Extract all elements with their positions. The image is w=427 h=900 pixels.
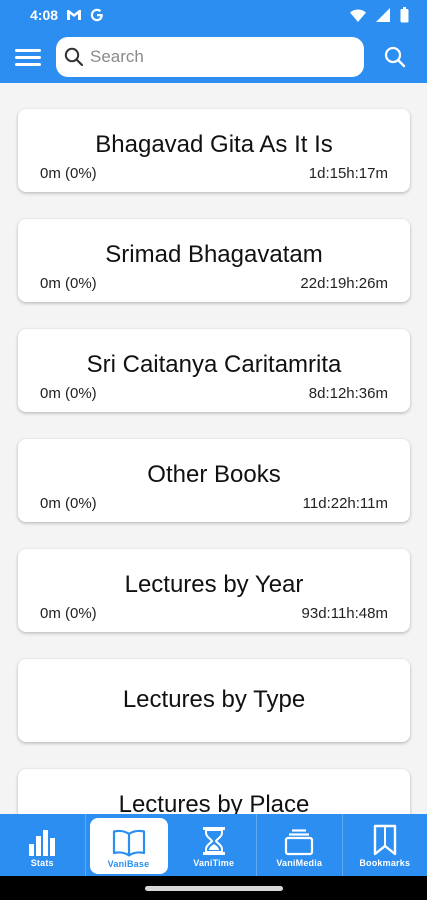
card-caitanya-caritamrita[interactable]: Sri Caitanya Caritamrita 0m (0%) 8d:12h:…: [18, 329, 410, 412]
battery-icon: [400, 7, 409, 23]
card-progress: 0m (0%): [40, 495, 97, 512]
card-duration: 1d:15h:17m: [308, 165, 388, 182]
search-button[interactable]: [364, 30, 426, 83]
nav-vanimedia-label: VaniMedia: [276, 858, 323, 868]
google-icon: [90, 8, 103, 22]
card-title: Lectures by Type: [122, 686, 306, 713]
card-bhagavad-gita[interactable]: Bhagavad Gita As It Is 0m (0%) 1d:15h:17…: [18, 109, 410, 192]
search-box[interactable]: [56, 36, 364, 77]
status-time: 4:08: [30, 7, 59, 23]
card-duration: 8d:12h:36m: [308, 385, 388, 402]
card-progress: 0m (0%): [40, 605, 97, 622]
bar-chart-icon: [29, 830, 56, 856]
card-title: Other Books: [147, 461, 281, 488]
media-stack-icon: [285, 829, 314, 856]
card-duration: 11d:22h:11m: [302, 495, 388, 512]
card-progress: 0m (0%): [40, 385, 97, 402]
nav-vanibase-label: VaniBase: [107, 859, 150, 869]
gmail-icon: [67, 10, 82, 20]
nav-stats[interactable]: Stats: [0, 814, 86, 876]
card-title: Bhagavad Gita As It Is: [95, 131, 333, 158]
card-lectures-by-year[interactable]: Lectures by Year 0m (0%) 93d:11h:48m: [18, 549, 410, 632]
signal-icon: [376, 8, 390, 22]
hamburger-icon: [15, 48, 41, 66]
nav-bookmarks[interactable]: Bookmarks: [343, 814, 427, 876]
card-other-books[interactable]: Other Books 0m (0%) 11d:22h:11m: [18, 439, 410, 522]
wifi-icon: [350, 9, 366, 22]
card-title: Lectures by Place: [118, 791, 310, 814]
nav-vanimedia[interactable]: VaniMedia: [257, 814, 343, 876]
card-title: Srimad Bhagavatam: [105, 241, 323, 268]
content-list: Bhagavad Gita As It Is 0m (0%) 1d:15h:17…: [0, 83, 427, 814]
card-title: Sri Caitanya Caritamrita: [86, 351, 342, 378]
card-progress: 0m (0%): [40, 165, 97, 182]
status-bar: 4:08: [0, 0, 427, 30]
nav-vanitime-label: VaniTime: [193, 858, 235, 868]
home-gesture-handle[interactable]: [145, 886, 283, 891]
menu-button[interactable]: [0, 30, 56, 83]
search-icon: [384, 46, 406, 67]
system-nav-bar: [0, 876, 427, 900]
nav-bookmarks-label: Bookmarks: [359, 858, 411, 868]
hourglass-icon: [202, 827, 225, 855]
card-lectures-by-type[interactable]: Lectures by Type: [18, 659, 410, 742]
search-icon: [64, 47, 84, 66]
app-bar: [0, 30, 427, 83]
search-input[interactable]: [90, 46, 340, 67]
bookmark-icon: [373, 824, 396, 856]
card-duration: 93d:11h:48m: [301, 605, 388, 622]
bottom-nav: Stats VaniBase VaniTime VaniMedia Bookma…: [0, 814, 427, 876]
nav-vanitime[interactable]: VaniTime: [172, 814, 257, 876]
card-progress: 0m (0%): [40, 275, 97, 292]
card-srimad-bhagavatam[interactable]: Srimad Bhagavatam 0m (0%) 22d:19h:26m: [18, 219, 410, 302]
card-lectures-by-place[interactable]: Lectures by Place: [18, 769, 410, 814]
open-book-icon: [112, 829, 145, 857]
card-title: Lectures by Year: [124, 571, 304, 598]
nav-vanibase[interactable]: VaniBase: [89, 818, 168, 874]
card-duration: 22d:19h:26m: [300, 275, 388, 292]
nav-stats-label: Stats: [30, 858, 54, 868]
